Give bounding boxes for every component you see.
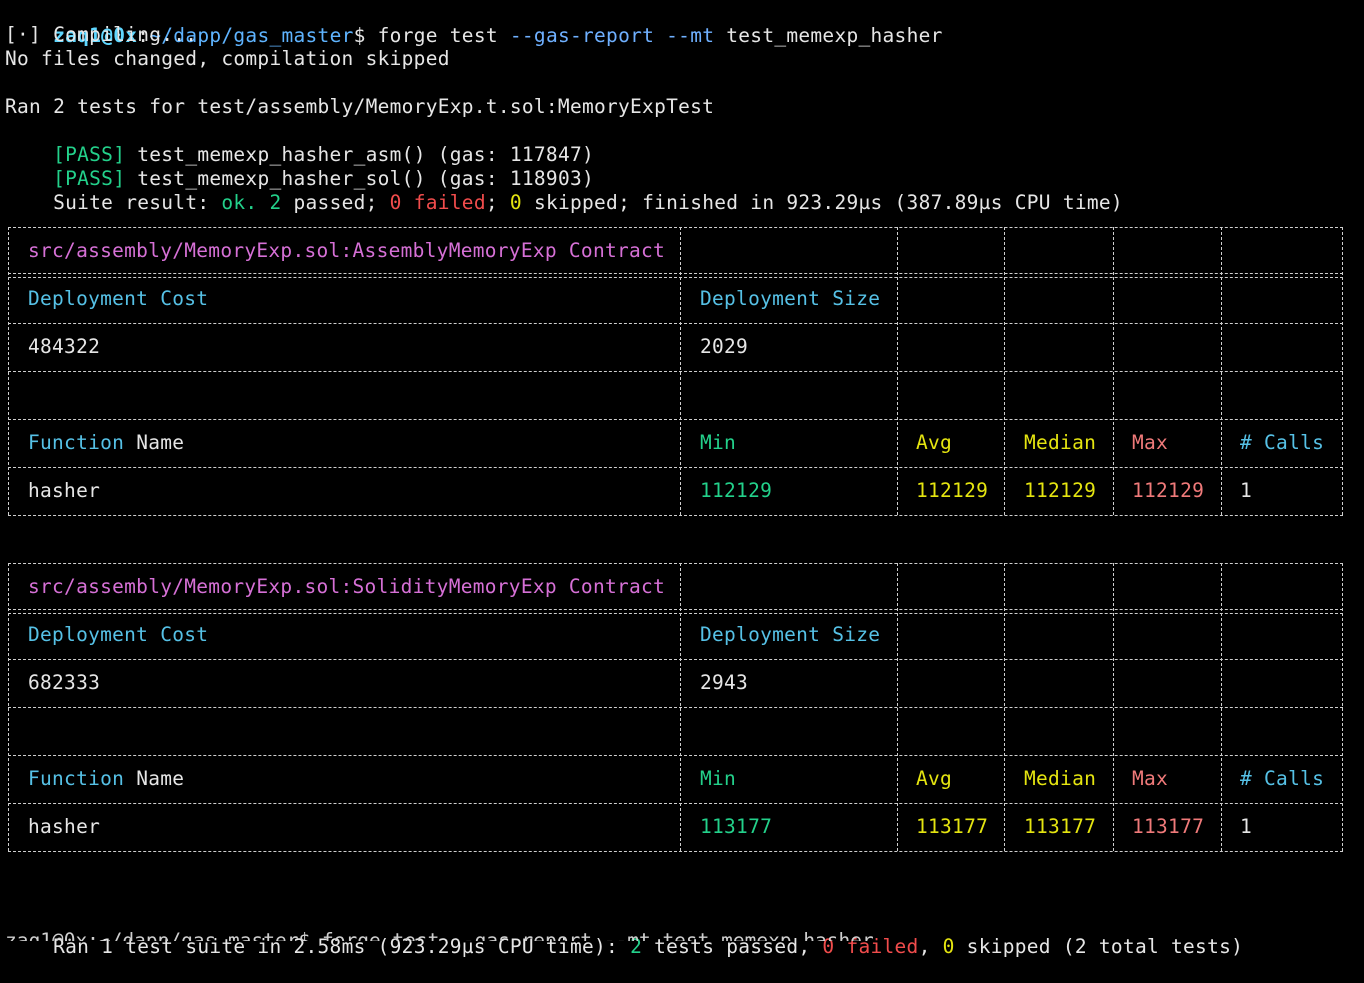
function-name-value: hasher: [28, 815, 101, 838]
min-value: 113177: [700, 815, 773, 838]
prompt-symbol: $: [353, 24, 366, 47]
function-name-header: Function Name: [28, 767, 184, 791]
deployment-cost-value: 682333: [28, 671, 101, 694]
deployment-size-header: Deployment Size: [700, 623, 881, 646]
command-name: forge test: [365, 24, 498, 47]
next-prompt-line-partial: zaq1@0x:~/dapp/gas_master$ forge test --…: [5, 929, 874, 941]
function-name-header: Function Name: [28, 431, 184, 455]
summary-comma: ,: [918, 935, 943, 958]
min-value: 112129: [700, 479, 773, 502]
calls-value: 1: [1240, 815, 1253, 838]
ran-tests-line: Ran 2 tests for test/assembly/MemoryExp.…: [5, 95, 715, 118]
deployment-cost-header: Deployment Cost: [28, 287, 209, 310]
min-header: Min: [700, 767, 737, 790]
calls-value: 1: [1240, 479, 1253, 502]
function-label: Function: [28, 767, 125, 790]
summary-skipped-count: 0: [942, 935, 955, 958]
suite-passed-count: 2: [257, 191, 282, 214]
function-name-value: hasher: [28, 479, 101, 502]
suite-passed-text: passed;: [281, 191, 390, 214]
contract-name: src/assembly/MemoryExp.sol:SolidityMemor…: [28, 575, 666, 598]
gas-report-table-solidity: src/assembly/MemoryExp.sol:SolidityMemor…: [8, 563, 1343, 852]
avg-value: 112129: [916, 479, 989, 502]
deployment-size-header: Deployment Size: [700, 287, 881, 310]
test-result-asm: [PASS] test_memexp_hasher_asm() (gas: 11…: [5, 119, 594, 166]
deployment-cost-value: 484322: [28, 335, 101, 358]
name-label: Name: [124, 767, 185, 790]
max-header: Max: [1132, 767, 1169, 790]
name-label: Name: [124, 431, 185, 454]
median-header: Median: [1024, 431, 1097, 454]
suite-ok: ok.: [221, 191, 258, 214]
suite-skipped-count: 0: [509, 191, 522, 214]
suite-rest: skipped; finished in 923.29µs (387.89µs …: [521, 191, 1123, 214]
function-label: Function: [28, 431, 125, 454]
max-header: Max: [1132, 431, 1169, 454]
max-value: 113177: [1132, 815, 1205, 838]
gas-report-table-assembly: src/assembly/MemoryExp.sol:AssemblyMemor…: [8, 227, 1343, 516]
command-prompt-line: zaq1@0x:~/dapp/gas_master$ forge test --…: [5, 0, 943, 47]
terminal-window[interactable]: zaq1@0x:~/dapp/gas_master$ forge test --…: [0, 0, 1364, 958]
max-value: 112129: [1132, 479, 1205, 502]
test-result-sol: [PASS] test_memexp_hasher_sol() (gas: 11…: [5, 143, 594, 190]
suite-failed-text: failed: [401, 191, 486, 214]
deployment-cost-header: Deployment Cost: [28, 623, 209, 646]
median-value: 113177: [1024, 815, 1097, 838]
calls-header: # Calls: [1240, 767, 1325, 790]
no-change-line: No files changed, compilation skipped: [5, 47, 450, 70]
median-value: 112129: [1024, 479, 1097, 502]
suite-prefix: Suite result:: [53, 191, 222, 214]
min-header: Min: [700, 431, 737, 454]
avg-header: Avg: [916, 431, 953, 454]
avg-value: 113177: [916, 815, 989, 838]
suite-result-line: Suite result: ok. 2 passed; 0 failed; 0 …: [5, 167, 1123, 214]
deployment-size-value: 2943: [700, 671, 749, 694]
command-argument: test_memexp_hasher: [714, 24, 943, 47]
contract-name: src/assembly/MemoryExp.sol:AssemblyMemor…: [28, 239, 666, 262]
compiling-line: [⋅] Compiling...: [5, 23, 198, 46]
suite-failed-count: 0: [389, 191, 402, 214]
command-flags: --gas-report --mt: [497, 24, 715, 47]
median-header: Median: [1024, 767, 1097, 790]
suite-semicolon: ;: [485, 191, 510, 214]
calls-header: # Calls: [1240, 431, 1325, 454]
summary-rest: skipped (2 total tests): [954, 935, 1244, 958]
avg-header: Avg: [916, 767, 953, 790]
deployment-size-value: 2029: [700, 335, 749, 358]
